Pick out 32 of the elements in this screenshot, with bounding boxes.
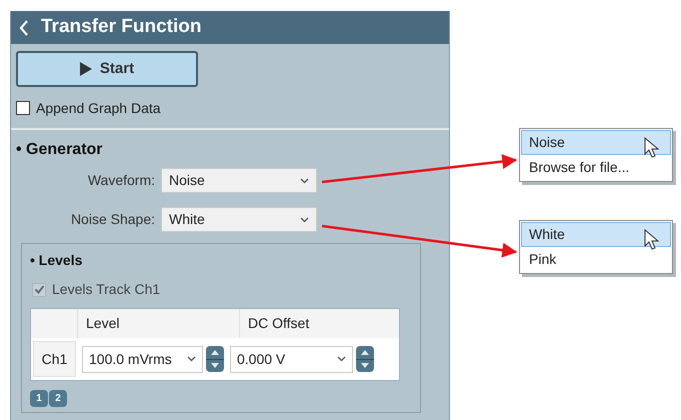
page-button[interactable]: 2 [49, 390, 67, 407]
dropdown[interactable]: White [161, 207, 317, 232]
panel-title: Transfer Function [41, 15, 202, 40]
menu-item[interactable]: Noise [521, 130, 671, 155]
menu-item[interactable]: Pink [521, 247, 671, 272]
play-icon [80, 62, 92, 76]
checkbox-label: Append Graph Data [36, 98, 161, 118]
spin-buttons[interactable] [356, 346, 374, 372]
mouse-pointer-icon [644, 229, 660, 251]
menu-item[interactable]: White [521, 222, 671, 247]
field-label: Waveform: [86, 171, 156, 190]
row-header: Ch1 [33, 341, 76, 377]
value-dropdown[interactable]: 0.000 V [230, 346, 353, 372]
chevron-down-icon [187, 356, 196, 362]
page-button[interactable]: 1 [30, 390, 48, 407]
menu-item[interactable]: Browse for file... [521, 155, 671, 180]
chevron-down-icon [300, 178, 309, 184]
dropdown[interactable]: Noise [161, 168, 317, 193]
back-icon[interactable] [19, 20, 29, 36]
column-header: Level [86, 314, 120, 333]
column-header: DC Offset [248, 314, 310, 333]
spin-buttons[interactable] [206, 346, 224, 372]
field-label: Noise Shape: [70, 210, 156, 229]
section-title: • Generator [16, 140, 104, 160]
mouse-pointer-icon [644, 137, 660, 159]
checkbox-label: Levels Track Ch1 [52, 280, 160, 299]
chevron-down-icon [337, 356, 346, 362]
start-button[interactable]: Start [16, 51, 198, 87]
section-title: • Levels [30, 251, 84, 270]
value-dropdown[interactable]: 100.0 mVrms [82, 346, 203, 372]
chevron-down-icon [300, 216, 309, 222]
checkbox[interactable] [16, 101, 30, 115]
